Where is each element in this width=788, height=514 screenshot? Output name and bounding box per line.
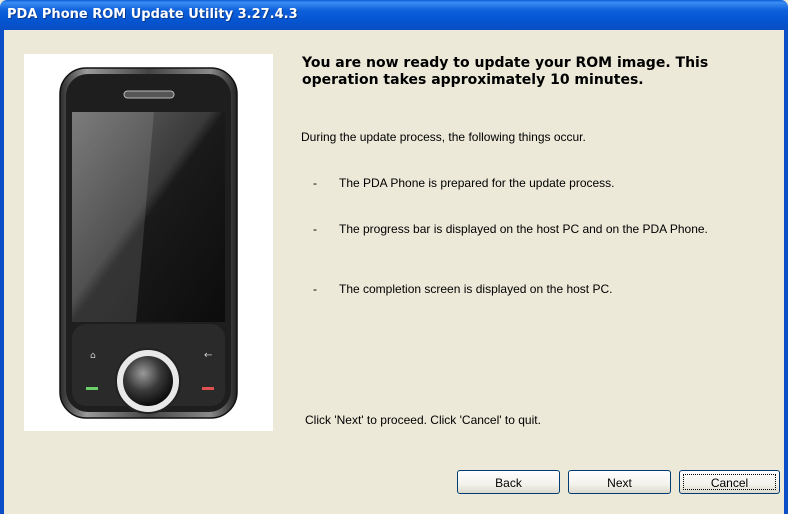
cancel-button[interactable]: Cancel [679,470,780,494]
bullet-item: - The PDA Phone is prepared for the updat… [313,176,615,190]
bullet-dash: - [313,222,317,236]
footer-instruction: Click 'Next' to proceed. Click 'Cancel' … [305,413,541,427]
focus-rectangle [683,474,776,490]
intro-text: During the update process, the following… [301,130,586,144]
svg-text:⌂: ⌂ [90,351,96,361]
bullet-dash: - [313,176,317,190]
page-heading: You are now ready to update your ROM ima… [302,55,709,88]
pda-phone-illustration: ⌂ ← [59,67,238,419]
svg-text:←: ← [204,350,212,361]
bullet-item: - The progress bar is displayed on the ho… [313,222,708,236]
next-button[interactable]: Next [568,470,671,494]
phone-image-panel: ⌂ ← [24,54,273,431]
bullet-text: The completion screen is displayed on th… [339,282,613,296]
bullet-text: The progress bar is displayed on the hos… [339,222,708,236]
window-title: PDA Phone ROM Update Utility 3.27.4.3 [7,7,298,22]
window-frame-left [0,30,4,514]
bullet-item: - The completion screen is displayed on t… [313,282,612,296]
bullet-text: The PDA Phone is prepared for the update… [339,176,615,190]
title-bar[interactable]: PDA Phone ROM Update Utility 3.27.4.3 [0,0,788,30]
bullet-dash: - [313,282,317,296]
update-utility-window: PDA Phone ROM Update Utility 3.27.4.3 ⌂ … [0,0,788,514]
back-button[interactable]: Back [457,470,560,494]
window-frame-right [784,30,788,514]
